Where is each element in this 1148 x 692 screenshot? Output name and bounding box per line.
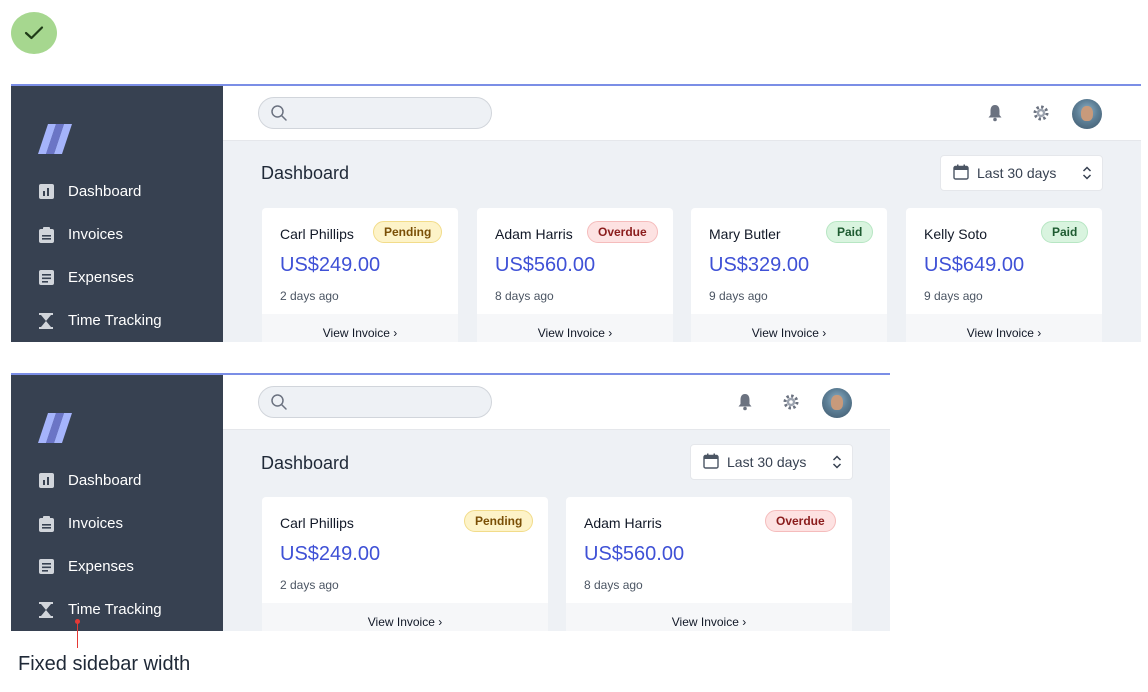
invoice-time: 9 days ago (709, 289, 768, 303)
sidebar-item-expenses[interactable]: Expenses (38, 269, 134, 286)
sidebar-item-label: Time Tracking (68, 312, 162, 329)
dashboard-wide-preview: Dashboard Invoices Expenses Time Trackin… (11, 84, 1141, 342)
status-badge: Overdue (765, 510, 836, 532)
chevron-right-icon: › (1037, 326, 1042, 340)
invoice-icon (38, 226, 54, 243)
client-name: Carl Phillips (280, 515, 354, 531)
status-badge: Pending (373, 221, 443, 243)
check-icon (11, 12, 57, 54)
invoice-card: Carl Phillips Pending US$249.00 2 days a… (262, 208, 458, 342)
sidebar-item-dashboard[interactable]: Dashboard (38, 472, 141, 489)
invoice-card: Adam Harris Overdue US$560.00 8 days ago… (477, 208, 673, 342)
bell-icon[interactable] (737, 393, 753, 416)
invoice-icon (38, 515, 54, 532)
invoice-time: 9 days ago (924, 289, 983, 303)
invoice-time: 2 days ago (280, 578, 339, 592)
avatar[interactable] (1072, 99, 1102, 129)
invoice-amount: US$329.00 (709, 254, 810, 276)
search-icon (271, 105, 287, 121)
calendar-icon (703, 453, 719, 472)
sidebar: Dashboard Invoices Expenses Time Trackin… (11, 375, 223, 631)
invoice-card: Mary Butler Paid US$329.00 9 days ago Vi… (691, 208, 887, 342)
status-badge: Pending (464, 510, 534, 532)
status-badge: Overdue (587, 221, 658, 243)
page-title: Dashboard (261, 163, 350, 183)
client-name: Carl Phillips (280, 226, 354, 242)
search-input[interactable] (258, 97, 492, 129)
chevron-right-icon: › (393, 326, 398, 340)
top-bar (223, 86, 1141, 141)
invoice-card: Adam Harris Overdue US$560.00 8 days ago… (566, 497, 852, 631)
calendar-icon (953, 164, 969, 183)
invoice-time: 2 days ago (280, 289, 339, 303)
chart-icon (38, 184, 54, 200)
hourglass-icon (38, 312, 54, 329)
client-name: Adam Harris (584, 515, 662, 531)
client-name: Kelly Soto (924, 226, 988, 242)
page-title: Dashboard (261, 453, 350, 473)
invoice-card: Carl Phillips Pending US$249.00 2 days a… (262, 497, 548, 631)
annotation-line (77, 621, 78, 648)
top-bar (223, 375, 890, 430)
invoice-amount: US$560.00 (584, 543, 685, 565)
date-range-select[interactable]: Last 30 days (690, 444, 853, 480)
sidebar-item-invoices[interactable]: Invoices (38, 515, 123, 532)
invoice-amount: US$649.00 (924, 254, 1025, 276)
sidebar-item-invoices[interactable]: Invoices (38, 226, 123, 243)
sidebar-item-label: Expenses (68, 558, 134, 575)
sidebar: Dashboard Invoices Expenses Time Trackin… (11, 86, 223, 342)
chevron-right-icon: › (822, 326, 827, 340)
sidebar-item-label: Invoices (68, 226, 124, 243)
view-invoice-link[interactable]: View Invoice › (262, 603, 548, 631)
dashboard-narrow-preview: Dashboard Invoices Expenses Time Trackin… (11, 373, 890, 631)
client-name: Adam Harris (495, 226, 573, 242)
chevron-right-icon: › (742, 615, 747, 629)
sidebar-item-label: Dashboard (68, 472, 142, 489)
chevron-right-icon: › (438, 615, 443, 629)
sidebar-item-label: Time Tracking (68, 601, 162, 618)
logo-icon (36, 122, 74, 161)
logo-icon (36, 411, 74, 450)
sidebar-item-label: Invoices (68, 515, 124, 532)
view-invoice-link[interactable]: View Invoice › (477, 314, 673, 342)
view-invoice-link[interactable]: View Invoice › (566, 603, 852, 631)
bell-icon[interactable] (987, 104, 1003, 127)
search-icon (271, 394, 287, 410)
avatar[interactable] (822, 388, 852, 418)
invoice-amount: US$249.00 (280, 254, 381, 276)
sidebar-item-label: Dashboard (68, 183, 142, 200)
invoice-card: Kelly Soto Paid US$649.00 9 days ago Vie… (906, 208, 1102, 342)
search-input[interactable] (258, 386, 492, 418)
sidebar-item-time-tracking[interactable]: Time Tracking (38, 312, 162, 329)
gear-icon[interactable] (1032, 104, 1050, 127)
chart-icon (38, 473, 54, 489)
hourglass-icon (38, 601, 54, 618)
invoice-time: 8 days ago (584, 578, 643, 592)
date-range-label: Last 30 days (977, 165, 1057, 181)
view-invoice-link[interactable]: View Invoice › (906, 314, 1102, 342)
sidebar-item-expenses[interactable]: Expenses (38, 558, 134, 575)
sidebar-item-label: Expenses (68, 269, 134, 286)
chevron-up-down-icon (832, 455, 842, 472)
sidebar-item-dashboard[interactable]: Dashboard (38, 183, 141, 200)
status-badge: Paid (826, 221, 874, 243)
sidebar-item-time-tracking[interactable]: Time Tracking (38, 601, 162, 618)
view-invoice-link[interactable]: View Invoice › (691, 314, 887, 342)
invoice-amount: US$249.00 (280, 543, 381, 565)
gear-icon[interactable] (782, 393, 800, 416)
invoice-amount: US$560.00 (495, 254, 596, 276)
status-badge: Paid (1041, 221, 1089, 243)
receipt-icon (38, 270, 54, 286)
date-range-label: Last 30 days (727, 454, 807, 470)
annotation-caption: Fixed sidebar width (18, 653, 191, 675)
chevron-up-down-icon (1082, 166, 1092, 183)
client-name: Mary Butler (709, 226, 781, 242)
invoice-time: 8 days ago (495, 289, 554, 303)
date-range-select[interactable]: Last 30 days (940, 155, 1103, 191)
view-invoice-link[interactable]: View Invoice › (262, 314, 458, 342)
receipt-icon (38, 559, 54, 575)
chevron-right-icon: › (608, 326, 613, 340)
